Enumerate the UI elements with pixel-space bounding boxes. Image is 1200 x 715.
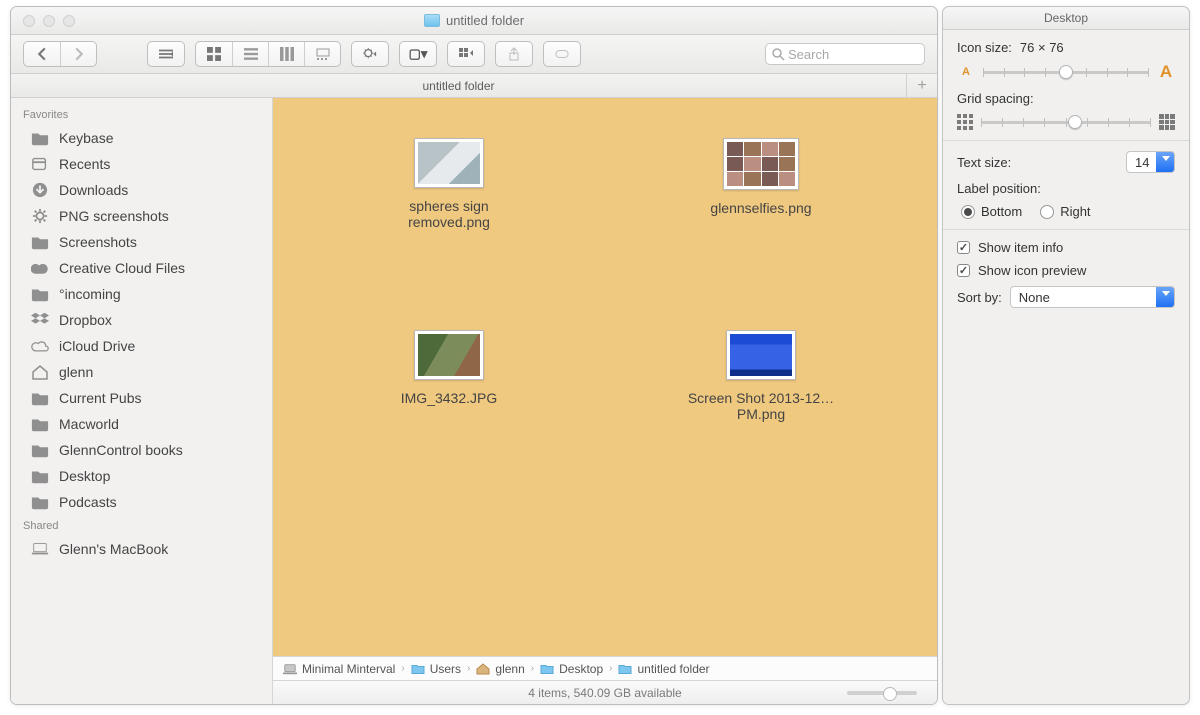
view-icons[interactable] [196,42,232,66]
grid-spacing-label: Grid spacing: [957,91,1034,106]
show-item-info-checkbox[interactable] [957,241,970,254]
tags-button[interactable] [544,42,580,66]
content-pane: spheres sign removed.png glennselfies.pn… [273,98,937,704]
file-thumbnail [414,138,484,188]
grid-large-icon [1159,114,1175,130]
sort-by-select[interactable]: None [1010,286,1175,308]
sidebar-item--incoming[interactable]: °incoming [11,281,272,307]
view-options-panel: Desktop Icon size: 76 × 76 A A Grid spac… [942,6,1190,705]
path-crumb[interactable]: Desktop [540,662,603,676]
label-right-text: Right [1060,204,1090,219]
icon-size-label: Icon size: [957,40,1012,55]
path-crumb[interactable]: glenn [476,662,524,676]
search-field[interactable]: Search [765,43,925,65]
chevron-right-icon: › [531,663,534,674]
chevron-right-icon: › [401,663,404,674]
file-thumbnail [723,138,799,190]
sidebar-section-favorites: Favorites [11,104,272,125]
sidebar-item-glenncontrol-books[interactable]: GlennControl books [11,437,272,463]
share-button[interactable] [496,42,532,66]
grid-small-icon [957,114,973,130]
chevron-right-icon: › [609,663,612,674]
file-thumbnail [726,330,796,380]
file-label: Screen Shot 2013-12…PM.png [686,390,836,422]
path-crumb[interactable]: Minimal Minterval [283,662,395,676]
sort-by-label: Sort by: [957,290,1002,305]
sidebar-item-screenshots[interactable]: Screenshots [11,229,272,255]
sidebar-item-png-screenshots[interactable]: PNG screenshots [11,203,272,229]
text-size-select[interactable]: 14 [1126,151,1175,173]
toolbar: ▢▾ Search [11,35,937,74]
zoom-slider[interactable] [847,691,917,695]
sidebar-item-downloads[interactable]: Downloads [11,177,272,203]
view-columns[interactable] [268,42,304,66]
new-tab-button[interactable]: + [907,74,937,97]
tab-bar: untitled folder + [11,74,937,98]
icon-area[interactable]: spheres sign removed.png glennselfies.pn… [273,98,937,656]
sidebar-toggle[interactable] [148,42,184,66]
file-item[interactable]: spheres sign removed.png [293,138,605,230]
forward-button[interactable] [60,42,96,66]
folder-icon [424,14,440,27]
search-placeholder: Search [788,47,829,62]
text-size-label: Text size: [957,155,1011,170]
sidebar-item-current-pubs[interactable]: Current Pubs [11,385,272,411]
search-icon [772,48,785,61]
path-crumb[interactable]: Users [411,662,461,676]
sidebar-section-shared: Shared [11,515,272,536]
sidebar-item-glenn-s-macbook[interactable]: Glenn's MacBook [11,536,272,562]
sidebar-item-glenn[interactable]: glenn [11,359,272,385]
action-menu[interactable] [352,42,388,66]
status-text: 4 items, 540.09 GB available [528,686,681,700]
path-bar[interactable]: Minimal Minterval › Users › glenn › Desktop › un… [273,656,937,680]
big-a-icon: A [1157,63,1175,81]
titlebar: untitled folder [11,7,937,35]
view-options-title: Desktop [943,7,1189,30]
sidebar-item-recents[interactable]: Recents [11,151,272,177]
window-title: untitled folder [446,13,524,28]
file-thumbnail [414,330,484,380]
file-label: glennselfies.png [686,200,836,216]
file-label: IMG_3432.JPG [374,390,524,406]
grid-spacing-slider[interactable] [981,121,1151,124]
status-bar: 4 items, 540.09 GB available [273,680,937,704]
group-menu[interactable] [448,42,484,66]
path-crumb[interactable]: untitled folder [618,662,709,676]
file-label: spheres sign removed.png [374,198,524,230]
sidebar-item-creative-cloud-files[interactable]: Creative Cloud Files [11,255,272,281]
file-item[interactable]: Screen Shot 2013-12…PM.png [605,330,917,422]
sidebar-item-macworld[interactable]: Macworld [11,411,272,437]
file-item[interactable]: IMG_3432.JPG [293,330,605,422]
label-bottom-text: Bottom [981,204,1022,219]
show-icon-preview-checkbox[interactable] [957,264,970,277]
label-right-radio[interactable] [1040,205,1054,219]
tab-current[interactable]: untitled folder [11,74,907,97]
finder-window: untitled folder ▢▾ [10,6,938,705]
view-list[interactable] [232,42,268,66]
sidebar[interactable]: Favorites KeybaseRecentsDownloadsPNG scr… [11,98,273,704]
sidebar-item-icloud-drive[interactable]: iCloud Drive [11,333,272,359]
sidebar-item-dropbox[interactable]: Dropbox [11,307,272,333]
show-icon-preview-label: Show icon preview [978,263,1086,278]
label-position-label: Label position: [957,181,1041,196]
file-item[interactable]: glennselfies.png [605,138,917,230]
small-a-icon: A [957,63,975,81]
icon-size-slider[interactable] [983,71,1149,74]
label-bottom-radio[interactable] [961,205,975,219]
sidebar-item-podcasts[interactable]: Podcasts [11,489,272,515]
icon-size-value: 76 × 76 [1020,40,1064,55]
sidebar-item-desktop[interactable]: Desktop [11,463,272,489]
sidebar-item-keybase[interactable]: Keybase [11,125,272,151]
chevron-right-icon: › [467,663,470,674]
show-item-info-label: Show item info [978,240,1063,255]
back-button[interactable] [24,42,60,66]
view-gallery[interactable] [304,42,340,66]
tag-menu[interactable]: ▢▾ [400,42,436,66]
